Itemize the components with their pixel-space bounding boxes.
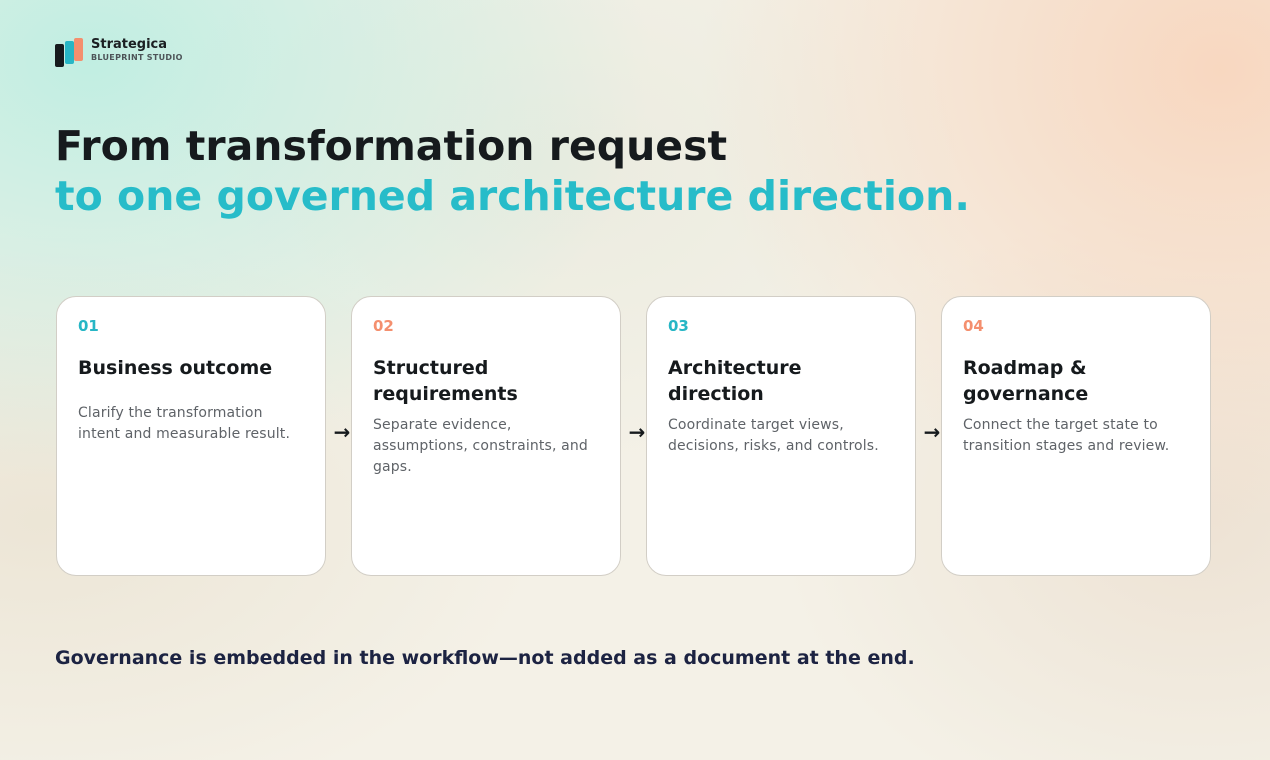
step-number: 04 <box>963 317 984 335</box>
brand-name: Strategica <box>91 37 168 52</box>
step-number: 02 <box>373 317 394 335</box>
step-card-structured-requirements: 02 Structured requirements Separate evid… <box>351 296 621 576</box>
step-description: Clarify the transformation intent and me… <box>78 405 291 442</box>
step-number: 03 <box>668 317 689 335</box>
step-card-architecture-direction: 03 Architecture direction Coordinate tar… <box>646 296 916 576</box>
step-card-roadmap-governance: 04 Roadmap & governance Connect the targ… <box>941 296 1211 576</box>
logo-bars-icon <box>55 37 85 67</box>
page-title: From transformation request to one gover… <box>55 121 970 221</box>
step-description: Coordinate target views, decisions, risk… <box>668 417 879 454</box>
step-card-business-outcome: 01 Business outcome Clarify the transfor… <box>56 296 326 576</box>
step-title: Roadmap & governance <box>963 357 1089 405</box>
brand: Strategica BLUEPRINT STUDIO <box>55 37 183 67</box>
step-title: Business outcome <box>78 357 273 379</box>
step-title: Architecture direction <box>668 357 802 405</box>
headline-line-1: From transformation request <box>55 122 728 170</box>
step-description: Separate evidence, assumptions, constrai… <box>373 417 588 475</box>
headline-line-2: to one governed architecture direction. <box>55 172 970 220</box>
step-title: Structured requirements <box>373 357 518 405</box>
tagline: Governance is embedded in the workflow—n… <box>55 647 915 669</box>
brand-subtitle: BLUEPRINT STUDIO <box>91 53 183 62</box>
step-description: Connect the target state to transition s… <box>963 417 1170 454</box>
step-number: 01 <box>78 317 99 335</box>
